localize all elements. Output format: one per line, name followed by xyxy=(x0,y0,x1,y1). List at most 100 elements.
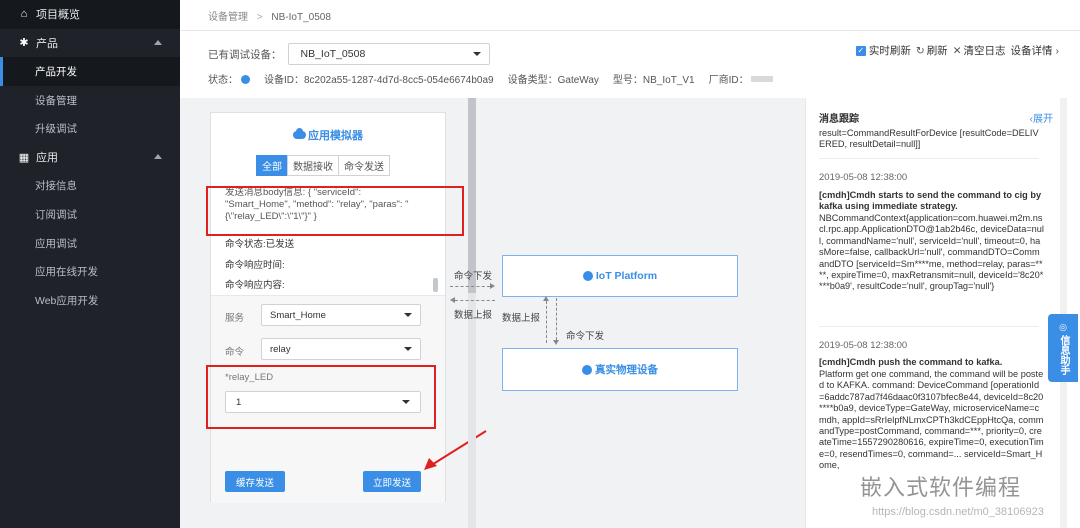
iot-platform-label: IoT Platform xyxy=(595,270,658,282)
service-select-value: Smart_Home xyxy=(270,309,326,321)
command-select-value: relay xyxy=(270,343,291,355)
device-model: 型号：NB_IoT_V1 xyxy=(612,75,695,86)
cache-send-button[interactable]: 缓存发送 xyxy=(225,471,285,492)
arrow-down-icon xyxy=(553,340,559,345)
sidebar-item-label: 应用 xyxy=(36,152,58,165)
sidebar-item-label: 应用调试 xyxy=(35,237,77,250)
sidebar-item-app-debug[interactable]: 应用调试 xyxy=(0,229,180,258)
physical-device-node: 真实物理设备 xyxy=(502,348,738,391)
trace-expand-button[interactable]: ‹展开 xyxy=(1030,110,1053,125)
trace-entry-body: Platform get one command, the command wi… xyxy=(819,369,1044,471)
tab-all[interactable]: 全部 xyxy=(256,155,288,176)
service-select[interactable]: Smart_Home xyxy=(261,304,421,326)
device-details-link[interactable]: 设备详情 › xyxy=(1011,43,1062,58)
sidebar-item-upgrade-debug[interactable]: 升级调试 xyxy=(0,114,180,143)
status-field: 状态： xyxy=(208,71,250,86)
chevron-right-icon: › xyxy=(1055,44,1060,57)
info-assistant-tab[interactable]: ◎ 信息助手 xyxy=(1048,314,1078,382)
trace-entry-headline: [cmdh]Cmdh push the command to kafka. xyxy=(819,357,1003,367)
app-simulator-panel: 应用模拟器 全部 数据接收 命令发送 发送消息body信息: { "servic… xyxy=(210,112,446,503)
command-select[interactable]: relay xyxy=(261,338,421,360)
debug-canvas: 应用模拟器 全部 数据接收 命令发送 发送消息body信息: { "servic… xyxy=(180,98,805,528)
sidebar-item-subscription-debug[interactable]: 订阅调试 xyxy=(0,200,180,229)
canvas-scroll-thumb[interactable] xyxy=(468,98,476,293)
vendor-field: 厂商ID： xyxy=(709,71,773,86)
message-trace-panel: 消息跟踪 ‹展开 result=CommandResultForDevice [… xyxy=(805,98,1067,528)
device-info-row: 状态： 设备ID：8c202a55-1287-4d7d-8cc5-054e667… xyxy=(208,71,787,86)
chevron-down-icon xyxy=(472,52,481,56)
command-response-time: 命令响应时间: xyxy=(225,260,285,271)
service-label: 服务 xyxy=(225,313,245,324)
toolbar: ✓ 实时刷新 ↻ 刷新 ✕ 清空日志 设备详情 › xyxy=(855,43,1066,58)
highlight-box xyxy=(206,186,464,236)
trace-expand-label: 展开 xyxy=(1033,114,1053,125)
breadcrumb-current: NB-IoT_0508 xyxy=(271,12,331,23)
chevron-down-icon xyxy=(404,347,412,351)
device-select[interactable]: NB_IoT_0508 xyxy=(287,43,490,65)
sidebar-item-label: 订阅调试 xyxy=(35,208,77,221)
trace-entry-time: 2019-05-08 12:38:00 xyxy=(819,340,908,351)
tab-data-receive[interactable]: 数据接收 xyxy=(287,155,339,176)
sidebar-item-label: Web应用开发 xyxy=(35,294,99,307)
sidebar-item-label: 项目概览 xyxy=(36,9,80,22)
sidebar-item-web-app-dev[interactable]: Web应用开发 xyxy=(0,286,180,315)
divider xyxy=(819,158,1039,159)
send-now-button[interactable]: 立即发送 xyxy=(363,471,421,492)
watermark-url: https://blog.csdn.net/m0_38106923 xyxy=(872,506,1044,518)
sidebar-item-label: 升级调试 xyxy=(35,123,77,136)
device-details-label: 设备详情 xyxy=(1010,45,1053,57)
info-assistant-label: 信息助手 xyxy=(1058,335,1069,375)
refresh-button[interactable]: ↻ 刷新 xyxy=(916,43,948,58)
flow-line xyxy=(546,301,547,343)
simulator-log-scrollbar[interactable] xyxy=(433,278,438,292)
breadcrumb: 设备管理 > NB-IoT_0508 xyxy=(208,8,331,23)
simulator-title-text: 应用模拟器 xyxy=(308,130,363,142)
flow-label-command-down: 命令下发 xyxy=(454,271,493,282)
flow-label-data-up: 数据上报 xyxy=(502,313,541,324)
cloud-icon xyxy=(293,128,306,139)
refresh-icon: ↻ xyxy=(915,44,925,57)
command-label: 命令 xyxy=(225,347,245,358)
sidebar-item-label: 设备管理 xyxy=(35,94,77,107)
realtime-refresh-label: 实时刷新 xyxy=(868,45,911,57)
close-icon: ✕ xyxy=(952,44,962,57)
sidebar-item-application[interactable]: ▦ 应用 xyxy=(0,143,180,172)
redacted-mask xyxy=(750,76,773,82)
trace-scrollbar[interactable] xyxy=(1060,98,1067,528)
gear-icon: ✱ xyxy=(19,37,29,50)
sidebar-item-device-mgmt[interactable]: 设备管理 xyxy=(0,86,180,115)
flow-line xyxy=(450,286,490,287)
sidebar-item-project-overview[interactable]: ⌂ 项目概览 xyxy=(0,0,180,29)
device-select-value: NB_IoT_0508 xyxy=(300,48,366,60)
chevron-down-icon xyxy=(404,313,412,317)
chat-icon: ◎ xyxy=(1059,322,1067,332)
arrow-right-icon xyxy=(490,283,495,289)
flow-line xyxy=(455,300,495,301)
tab-command-send[interactable]: 命令发送 xyxy=(338,155,390,176)
realtime-refresh-toggle[interactable]: ✓ 实时刷新 xyxy=(855,43,911,58)
device-select-row: 已有调试设备： NB_IoT_0508 xyxy=(208,43,490,65)
sidebar-item-label: 对接信息 xyxy=(35,180,77,193)
device-type: 设备类型：GateWay xyxy=(507,75,599,86)
main-content: 设备管理 > NB-IoT_0508 已有调试设备： NB_IoT_0508 ✓… xyxy=(180,0,1080,528)
flow-label-data-up: 数据上报 xyxy=(454,310,493,321)
vendor-id: 厂商ID： xyxy=(708,75,749,86)
breadcrumb-parent[interactable]: 设备管理 xyxy=(208,12,248,23)
sidebar-item-app-online-dev[interactable]: 应用在线开发 xyxy=(0,257,180,286)
clear-log-button[interactable]: ✕ 清空日志 xyxy=(953,43,1006,58)
highlight-box xyxy=(206,365,436,429)
divider xyxy=(819,326,1039,327)
sidebar-item-product-dev[interactable]: 产品开发 xyxy=(0,57,180,86)
sidebar-item-integration-info[interactable]: 对接信息 xyxy=(0,172,180,201)
iot-platform-node: IoT Platform xyxy=(502,255,738,297)
device-icon xyxy=(582,364,592,375)
platform-icon xyxy=(582,271,593,281)
annotation-arrow-icon xyxy=(424,430,487,470)
sidebar-item-product[interactable]: ✱ 产品 xyxy=(0,29,180,58)
simulator-tabs: 全部 数据接收 命令发送 xyxy=(256,155,390,176)
trace-entry-tail: result=CommandResultForDevice [resultCod… xyxy=(819,128,1039,150)
watermark-text: 嵌入式软件编程 xyxy=(860,476,1022,501)
command-status: 命令状态:已发送 xyxy=(225,239,295,250)
flow-line xyxy=(556,298,557,340)
trace-title: 消息跟踪 xyxy=(819,114,859,125)
